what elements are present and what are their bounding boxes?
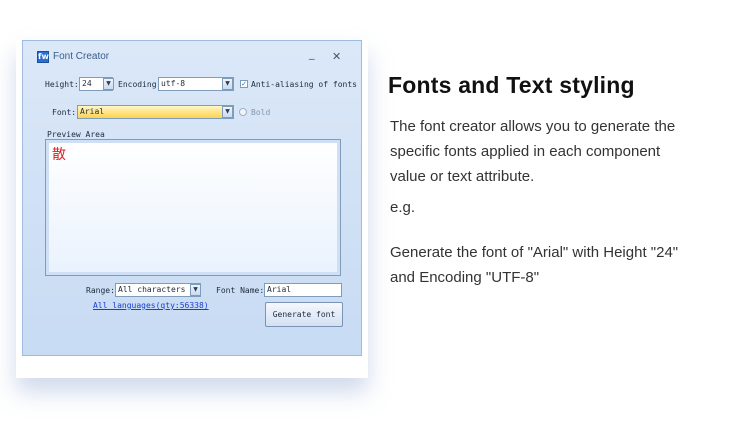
app-icon: fw [37, 51, 49, 63]
description-paragraph: The font creator allows you to generate … [390, 114, 735, 189]
encoding-dropdown-button[interactable]: ▼ [222, 78, 233, 90]
bold-label: Bold [251, 108, 271, 117]
preview-glyph: 散 [52, 147, 66, 163]
generate-font-button[interactable]: Generate font [265, 302, 343, 327]
range-value: All characters [118, 285, 186, 294]
antialias-checkbox[interactable]: ✓ [240, 80, 248, 88]
example-line: Generate the font of "Arial" with Height… [390, 244, 679, 261]
preview-area-label: Preview Area [47, 130, 105, 139]
font-name-value: Arial [267, 285, 292, 294]
font-field[interactable]: Arial [77, 105, 234, 119]
preview-area: 散 [45, 139, 341, 276]
chevron-down-icon: ▼ [225, 108, 230, 115]
chevron-down-icon: ▼ [225, 80, 230, 87]
check-icon: ✓ [241, 80, 247, 88]
chevron-down-icon: ▼ [106, 80, 111, 87]
range-dropdown-button[interactable]: ▼ [190, 284, 201, 296]
range-label: Range: [86, 286, 115, 295]
encoding-value: utf-8 [161, 79, 186, 88]
example-line: and Encoding "UTF-8" [390, 269, 540, 286]
encoding-label: Encoding: [118, 80, 162, 89]
font-value: Arial [80, 107, 105, 116]
minimize-button[interactable]: _ [309, 47, 315, 60]
title-bar: fw Font Creator _ ✕ [23, 41, 361, 65]
example-label: e.g. [390, 199, 416, 216]
range-field[interactable]: All characters [115, 283, 201, 297]
example-paragraph: Generate the font of "Arial" with Height… [390, 240, 735, 290]
close-button[interactable]: ✕ [332, 50, 341, 63]
description-line: The font creator allows you to generate … [390, 118, 676, 135]
languages-link[interactable]: All languages(qty:56338) [93, 301, 209, 310]
font-dropdown-button[interactable]: ▼ [222, 106, 233, 118]
height-label: Height: [45, 80, 79, 89]
window-title: Font Creator [53, 51, 110, 62]
description-line: specific fonts applied in each component [390, 143, 661, 160]
font-name-label: Font Name: [216, 286, 265, 295]
section-heading: Fonts and Text styling [388, 72, 635, 98]
font-label: Font: [52, 108, 77, 117]
bold-radio[interactable] [239, 108, 247, 116]
description-line: value or text attribute. [390, 168, 535, 185]
chevron-down-icon: ▼ [193, 286, 198, 293]
height-dropdown-button[interactable]: ▼ [103, 78, 114, 90]
font-name-field[interactable]: Arial [264, 283, 342, 297]
height-value: 24 [82, 79, 92, 88]
font-creator-window: fw Font Creator _ ✕ Height: 24 ▼ Encodin… [22, 40, 362, 356]
antialias-label: Anti-aliasing of fonts [251, 80, 357, 89]
